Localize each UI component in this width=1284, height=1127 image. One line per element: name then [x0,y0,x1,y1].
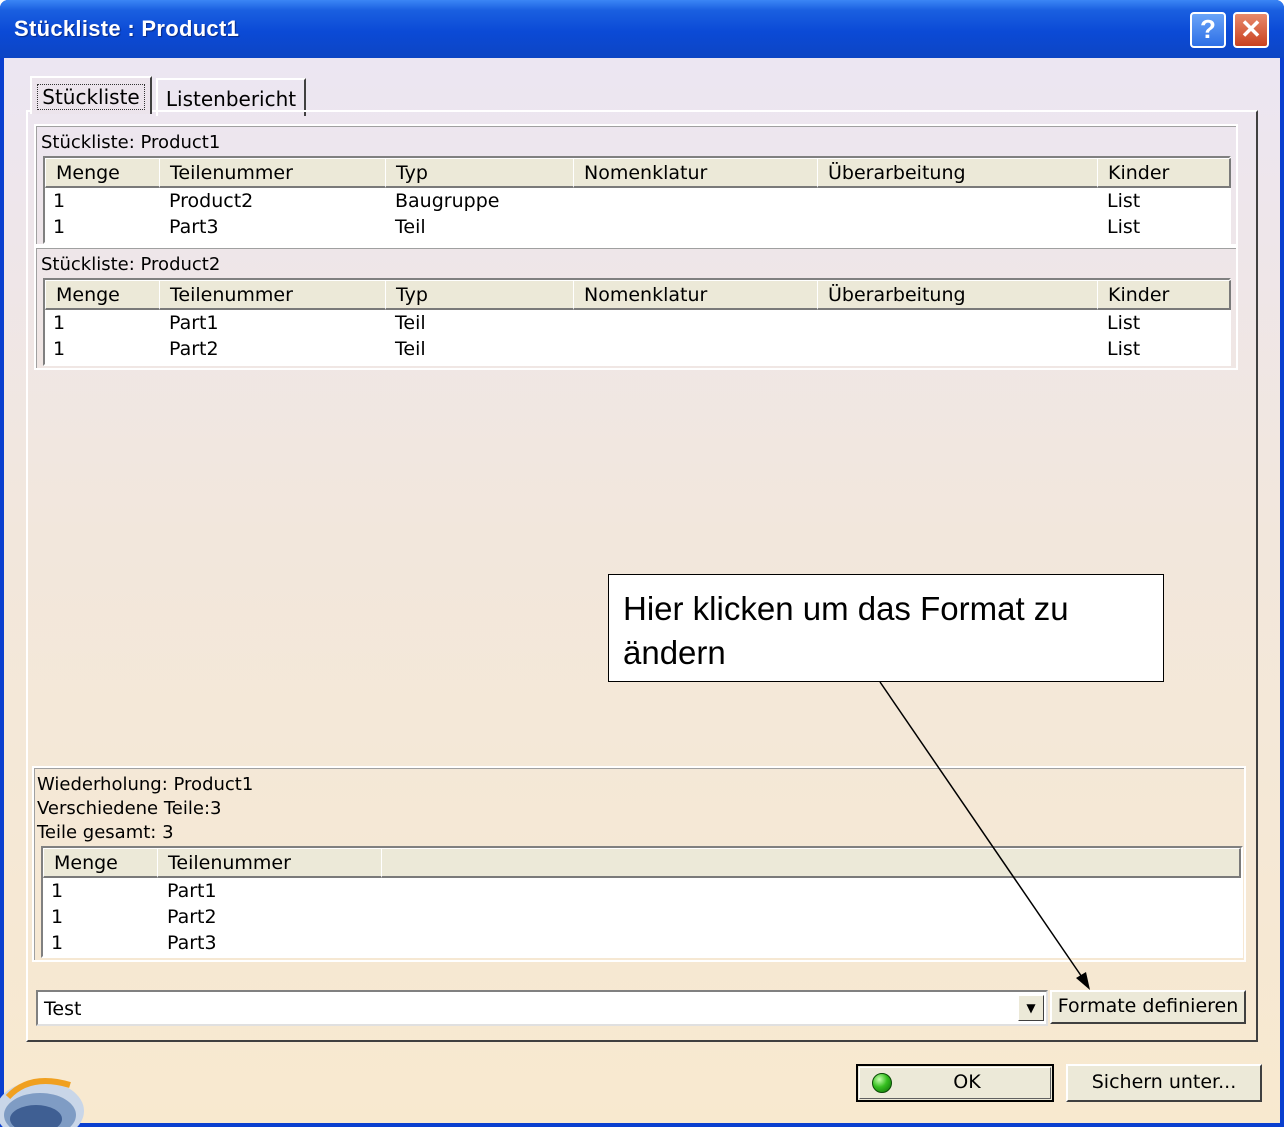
column-header-nomenklatur[interactable]: Nomenklatur [573,158,819,188]
bom-table: Menge Teilenummer Typ Nomenklatur Überar… [43,156,1231,244]
column-header-teilenummer[interactable]: Teilenummer [157,848,383,878]
cell-kinder: List [1107,216,1141,238]
cell-menge: 1 [53,312,66,334]
cell-teilenummer: Part3 [167,932,217,954]
cell-teilenummer: Part2 [167,906,217,928]
cell-kinder: List [1107,338,1141,360]
format-select-value: Test [44,998,82,1020]
summary-different-parts: Verschiedene Teile:3 [37,798,222,819]
cell-teilenummer: Part3 [169,216,219,238]
column-header-typ[interactable]: Typ [385,158,575,188]
cell-menge: 1 [51,932,64,954]
cell-menge: 1 [51,880,64,902]
window-title: Stückliste : Product1 [14,16,240,41]
cell-teilenummer: Part1 [169,312,219,334]
cell-teilenummer: Product2 [169,190,254,212]
cell-menge: 1 [53,338,66,360]
cell-menge: 1 [53,190,66,212]
column-header-kinder[interactable]: Kinder [1097,158,1231,188]
column-header-teilenummer[interactable]: Teilenummer [159,280,387,310]
cell-teilenummer: Part2 [169,338,219,360]
column-header-ueberarbeitung[interactable]: Überarbeitung [817,280,1099,310]
bom-section-product2: Stückliste: Product2 Menge Teilenummer T… [34,246,1238,370]
catia-logo-icon [0,1078,84,1127]
summary-total-parts: Teile gesamt: 3 [37,822,174,843]
close-icon[interactable]: ✕ [1233,12,1269,48]
column-header-menge[interactable]: Menge [43,848,159,878]
cell-typ: Baugruppe [395,190,500,212]
column-header-kinder[interactable]: Kinder [1097,280,1231,310]
cell-teilenummer: Part1 [167,880,217,902]
help-icon[interactable]: ? [1190,12,1226,48]
summary-section: Wiederholung: Product1 Verschiedene Teil… [32,766,1246,962]
summary-repetition: Wiederholung: Product1 [37,774,254,795]
cell-menge: 1 [51,906,64,928]
summary-table: Menge Teilenummer 1 Part1 1 Part2 1 Part… [41,846,1243,958]
green-status-icon [872,1073,892,1093]
title-bar[interactable]: Stückliste : Product1 ? ✕ [0,0,1284,58]
format-select[interactable]: Test ▼ [36,990,1048,1026]
cell-menge: 1 [53,216,66,238]
cell-typ: Teil [395,216,426,238]
dialog-window: Stückliste : Product1 ? ✕ Stückliste Lis… [0,0,1284,1127]
tab-label: Stückliste [37,84,145,110]
annotation-callout: Hier klicken um das Format zu ändern [608,574,1164,682]
column-header-menge[interactable]: Menge [45,158,161,188]
dropdown-arrow-icon[interactable]: ▼ [1018,995,1044,1021]
cell-kinder: List [1107,190,1141,212]
column-header-typ[interactable]: Typ [385,280,575,310]
cell-typ: Teil [395,312,426,334]
bom-section-product1: Stückliste: Product1 Menge Teilenummer T… [34,124,1238,246]
column-header-teilenummer[interactable]: Teilenummer [159,158,387,188]
section-label: Stückliste: Product2 [41,254,221,275]
column-header-ueberarbeitung[interactable]: Überarbeitung [817,158,1099,188]
column-header-menge[interactable]: Menge [45,280,161,310]
section-label: Stückliste: Product1 [41,132,221,153]
cell-typ: Teil [395,338,426,360]
bom-table: Menge Teilenummer Typ Nomenklatur Überar… [43,278,1231,366]
cell-kinder: List [1107,312,1141,334]
column-header-nomenklatur[interactable]: Nomenklatur [573,280,819,310]
define-formats-button[interactable]: Formate definieren [1050,990,1246,1024]
ok-button[interactable]: OK [856,1064,1054,1102]
ok-button-label: OK [953,1071,981,1093]
save-as-button[interactable]: Sichern unter... [1066,1064,1262,1102]
tab-stueckliste[interactable]: Stückliste [30,76,152,114]
column-header-empty [381,848,1241,878]
